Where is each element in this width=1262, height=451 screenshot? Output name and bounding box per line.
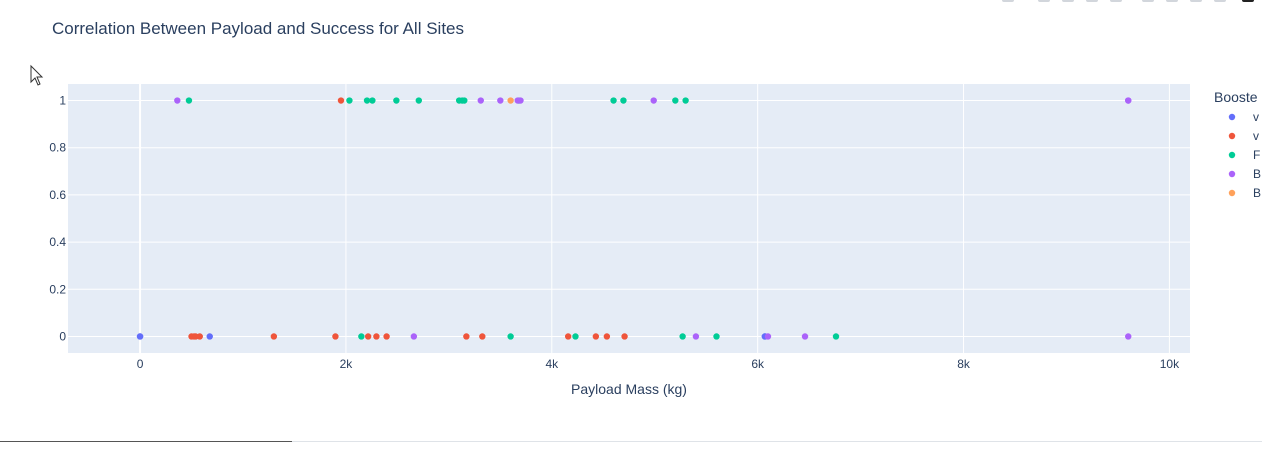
data-point[interactable]	[185, 97, 193, 104]
data-point[interactable]	[1125, 97, 1132, 104]
data-point[interactable]	[764, 333, 772, 340]
data-point[interactable]	[477, 97, 484, 104]
data-point[interactable]	[206, 333, 213, 340]
y-tick-label: 1	[59, 94, 66, 108]
x-tick-label: 2k	[340, 357, 354, 371]
x-axis-title: Payload Mass (kg)	[571, 381, 687, 397]
data-point[interactable]	[564, 333, 572, 340]
y-tick-label: 0.6	[49, 188, 66, 202]
y-tick-label: 0	[59, 329, 66, 343]
zoom-icon[interactable]	[1038, 0, 1050, 2]
data-point[interactable]	[682, 97, 689, 104]
plot-area	[68, 84, 1190, 353]
x-tick-label: 0	[137, 357, 144, 371]
data-point[interactable]	[346, 97, 353, 104]
data-point[interactable]	[369, 97, 376, 104]
data-point[interactable]	[270, 333, 278, 340]
x-tick-label: 10k	[1160, 357, 1180, 371]
legend-label[interactable]: F	[1253, 148, 1260, 162]
data-point[interactable]	[517, 97, 524, 104]
data-point[interactable]	[610, 97, 617, 104]
y-axis-ticks: 0 0.2 0.4 0.6 0.8 1	[49, 94, 66, 344]
legend-marker[interactable]	[1228, 170, 1236, 178]
chart-modebar[interactable]	[992, 0, 1262, 4]
x-axis-ticks: 0 2k 4k 6k 8k 10k	[137, 357, 1180, 371]
data-point[interactable]	[1125, 333, 1132, 340]
data-point[interactable]	[410, 333, 418, 340]
data-point[interactable]	[572, 333, 579, 340]
pan-icon[interactable]	[1062, 0, 1074, 2]
cursor-icon	[30, 64, 44, 86]
data-point[interactable]	[603, 333, 611, 340]
legend-marker[interactable]	[1228, 151, 1236, 159]
data-point[interactable]	[479, 333, 486, 340]
data-point[interactable]	[373, 333, 380, 340]
legend-marker[interactable]	[1228, 189, 1236, 197]
x-tick-label: 6k	[751, 357, 765, 371]
legend-marker[interactable]	[1228, 113, 1236, 121]
scroll-indicator	[0, 441, 292, 442]
data-point[interactable]	[393, 97, 400, 104]
data-point[interactable]	[174, 97, 181, 104]
data-point[interactable]	[337, 97, 345, 104]
data-point[interactable]	[332, 333, 339, 340]
data-point[interactable]	[507, 97, 514, 104]
data-point[interactable]	[832, 333, 840, 340]
data-point[interactable]	[497, 97, 504, 104]
data-point[interactable]	[679, 333, 686, 340]
data-point[interactable]	[620, 97, 627, 104]
zoom-in-icon[interactable]	[1142, 0, 1154, 2]
legend-label[interactable]: B	[1253, 167, 1261, 181]
x-tick-label: 8k	[957, 357, 971, 371]
legend-title: Booste	[1214, 89, 1258, 105]
data-point[interactable]	[358, 333, 365, 340]
legend-label[interactable]: v	[1253, 129, 1259, 143]
legend-label[interactable]: v	[1253, 110, 1259, 124]
y-tick-label: 0.8	[49, 141, 66, 155]
select-icon[interactable]	[1086, 0, 1098, 2]
data-point[interactable]	[383, 333, 390, 340]
zoom-out-icon[interactable]	[1166, 0, 1178, 2]
data-point[interactable]	[136, 333, 144, 340]
reset-axes-icon[interactable]	[1214, 0, 1226, 2]
x-tick-label: 4k	[545, 357, 559, 371]
camera-icon[interactable]	[1002, 0, 1014, 2]
data-point[interactable]	[650, 97, 657, 104]
y-tick-label: 0.2	[49, 282, 66, 296]
legend-label[interactable]: B	[1253, 186, 1261, 200]
y-tick-label: 0.4	[49, 235, 66, 249]
legend-marker[interactable]	[1228, 132, 1236, 140]
autoscale-icon[interactable]	[1190, 0, 1202, 2]
plotly-logo-icon[interactable]	[1242, 0, 1254, 2]
data-point[interactable]	[415, 97, 423, 104]
data-point[interactable]	[196, 333, 203, 340]
data-point[interactable]	[713, 333, 720, 340]
data-point[interactable]	[463, 333, 470, 340]
data-point[interactable]	[461, 97, 468, 104]
legend[interactable]: Booste vvFBB	[1214, 89, 1261, 200]
data-point[interactable]	[507, 333, 514, 340]
data-point[interactable]	[364, 333, 372, 340]
data-point[interactable]	[692, 333, 700, 340]
data-point[interactable]	[621, 333, 628, 340]
data-point[interactable]	[592, 333, 600, 340]
chart-canvas: Correlation Between Payload and Success …	[30, 19, 1261, 397]
data-point[interactable]	[672, 97, 679, 104]
data-point[interactable]	[801, 333, 809, 340]
lasso-icon[interactable]	[1110, 0, 1122, 2]
chart-title: Correlation Between Payload and Success …	[52, 19, 464, 38]
